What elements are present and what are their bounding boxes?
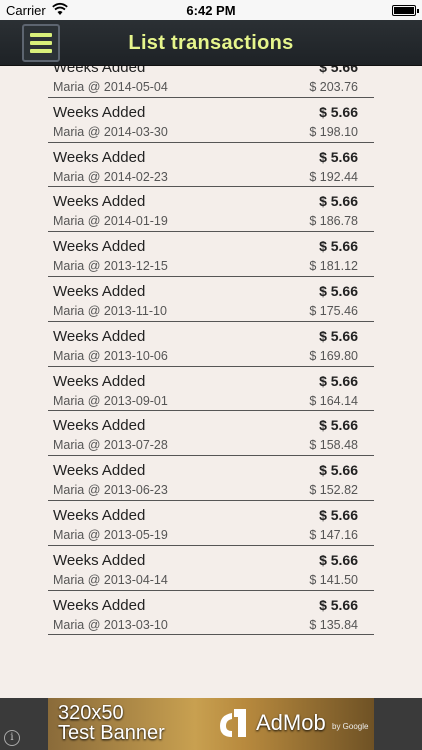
transaction-amount: $ 5.66 <box>319 282 358 299</box>
transaction-description: Weeks Added <box>53 103 146 121</box>
transaction-amount: $ 5.66 <box>319 193 358 210</box>
transaction-amount: $ 5.66 <box>319 327 358 344</box>
transaction-description: Weeks Added <box>53 417 146 435</box>
transaction-amount: $ 5.66 <box>319 551 358 568</box>
info-icon[interactable]: i <box>4 730 20 746</box>
transaction-row[interactable]: Weeks Added $ 5.66 Maria @ 2013-10-06 $ 169… <box>48 322 374 367</box>
transactions-list-content: Weeks Added $ 5.66 Maria @ 2014-05-04 $ 203… <box>48 66 374 636</box>
transaction-running-total: $ 175.46 <box>309 303 358 318</box>
transaction-description: Weeks Added <box>53 282 146 300</box>
transaction-amount: $ 5.66 <box>319 103 358 120</box>
transaction-user-date: Maria @ 2014-02-23 <box>53 169 168 184</box>
transaction-user-date: Maria @ 2013-04-14 <box>53 572 168 587</box>
transaction-row[interactable]: Weeks Added $ 5.66 Maria @ 2013-06-23 $ 152… <box>48 456 374 501</box>
transaction-user-date: Maria @ 2013-07-28 <box>53 438 168 453</box>
transaction-running-total: $ 152.82 <box>309 483 358 498</box>
admob-by-google: by Google <box>332 722 369 731</box>
transaction-row[interactable]: Weeks Added $ 5.66 Maria @ 2014-05-04 $ 203… <box>48 66 374 98</box>
ad-text: 320x50 Test Banner <box>58 703 165 743</box>
transaction-user-date: Maria @ 2013-09-01 <box>53 393 168 408</box>
transaction-running-total: $ 147.16 <box>309 527 358 542</box>
transaction-user-date: Maria @ 2013-05-19 <box>53 527 168 542</box>
transaction-row[interactable]: Weeks Added $ 5.66 Maria @ 2013-04-14 $ 141… <box>48 546 374 591</box>
transaction-amount: $ 5.66 <box>319 66 358 75</box>
transaction-amount: $ 5.66 <box>319 372 358 389</box>
transaction-user-date: Maria @ 2013-03-10 <box>53 617 168 632</box>
transaction-row[interactable]: Weeks Added $ 5.66 Maria @ 2013-09-01 $ 164… <box>48 367 374 412</box>
transaction-amount: $ 5.66 <box>319 238 358 255</box>
transaction-user-date: Maria @ 2013-06-23 <box>53 483 168 498</box>
nav-bar: List transactions <box>0 20 422 66</box>
admob-logo-icon <box>220 709 246 737</box>
transaction-running-total: $ 181.12 <box>309 259 358 274</box>
transaction-row[interactable]: Weeks Added $ 5.66 Maria @ 2013-07-28 $ 158… <box>48 411 374 457</box>
transaction-row[interactable]: Weeks Added $ 5.66 Maria @ 2014-02-23 $ 192… <box>48 143 374 188</box>
transaction-row[interactable]: Weeks Added $ 5.66 Maria @ 2013-12-15 $ 181… <box>48 232 374 277</box>
transaction-row[interactable]: Weeks Added $ 5.66 Maria @ 2013-05-19 $ 147… <box>48 501 374 546</box>
transaction-amount: $ 5.66 <box>319 417 358 434</box>
ad-banner[interactable]: 320x50 Test Banner AdMob by Google <box>48 698 374 750</box>
transaction-description: Weeks Added <box>53 238 146 256</box>
ad-line-1: 320x50 <box>58 702 124 724</box>
transaction-row[interactable]: Weeks Added $ 5.66 Maria @ 2013-03-10 $ 135… <box>48 591 374 636</box>
ad-banner-bar: i 320x50 Test Banner AdMob by Google <box>0 698 422 750</box>
transaction-description: Weeks Added <box>53 372 146 390</box>
transaction-row[interactable]: Weeks Added $ 5.66 Maria @ 2014-01-19 $ 186… <box>48 187 374 233</box>
transaction-amount: $ 5.66 <box>319 596 358 613</box>
transaction-user-date: Maria @ 2013-11-10 <box>53 303 167 318</box>
transaction-amount: $ 5.66 <box>319 462 358 479</box>
transaction-user-date: Maria @ 2014-05-04 <box>53 80 168 94</box>
transaction-running-total: $ 135.84 <box>309 617 358 632</box>
transaction-running-total: $ 164.14 <box>309 393 358 408</box>
battery-icon <box>392 5 419 16</box>
transaction-description: Weeks Added <box>53 148 146 166</box>
ad-line-2: Test Banner <box>58 722 165 744</box>
transaction-amount: $ 5.66 <box>319 506 358 523</box>
transaction-row[interactable]: Weeks Added $ 5.66 Maria @ 2014-03-30 $ 198… <box>48 98 374 143</box>
transaction-user-date: Maria @ 2014-01-19 <box>53 214 168 229</box>
transaction-user-date: Maria @ 2013-12-15 <box>53 259 168 274</box>
transaction-running-total: $ 141.50 <box>309 572 358 587</box>
transaction-description: Weeks Added <box>53 551 146 569</box>
transaction-row[interactable]: Weeks Added $ 5.66 Maria @ 2013-11-10 $ 175… <box>48 277 374 322</box>
transaction-user-date: Maria @ 2014-03-30 <box>53 124 168 139</box>
page-title: List transactions <box>128 32 294 54</box>
status-time: 6:42 PM <box>186 3 236 18</box>
transaction-description: Weeks Added <box>53 66 146 76</box>
transaction-running-total: $ 158.48 <box>309 438 358 453</box>
transaction-description: Weeks Added <box>53 596 146 614</box>
transaction-user-date: Maria @ 2013-10-06 <box>53 348 168 363</box>
transaction-description: Weeks Added <box>53 327 146 345</box>
transaction-running-total: $ 198.10 <box>309 124 358 139</box>
transactions-list[interactable]: Weeks Added $ 5.66 Maria @ 2014-05-04 $ 203… <box>48 66 374 698</box>
transaction-description: Weeks Added <box>53 462 146 480</box>
transaction-running-total: $ 192.44 <box>309 169 358 184</box>
transaction-description: Weeks Added <box>53 193 146 211</box>
transaction-description: Weeks Added <box>53 506 146 524</box>
admob-brand: AdMob <box>256 710 326 735</box>
transaction-amount: $ 5.66 <box>319 148 358 165</box>
status-bar: Carrier 6:42 PM <box>0 0 422 20</box>
transaction-running-total: $ 186.78 <box>309 214 358 229</box>
transaction-running-total: $ 203.76 <box>309 80 358 94</box>
transaction-running-total: $ 169.80 <box>309 348 358 363</box>
